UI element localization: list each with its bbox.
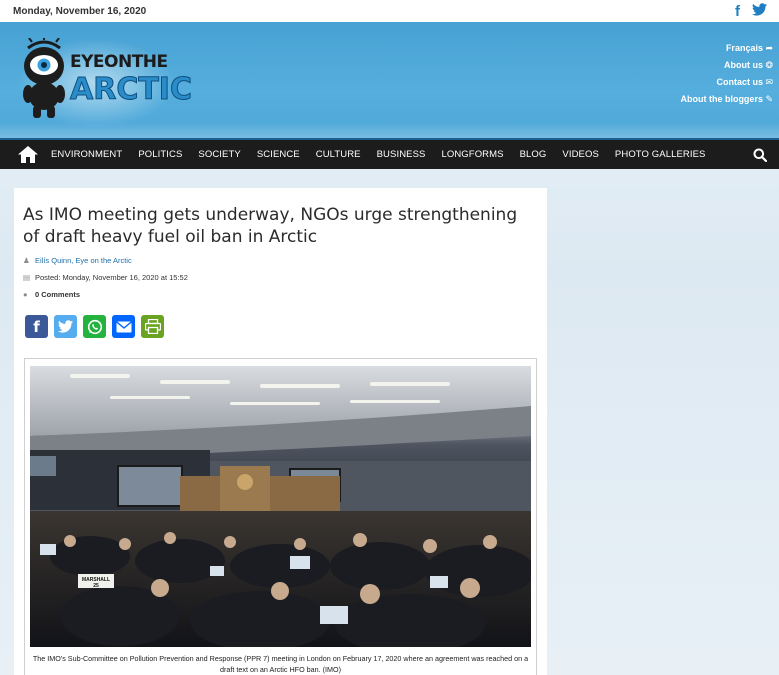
search-icon[interactable] <box>753 148 767 162</box>
whatsapp-icon <box>87 319 102 334</box>
share-whatsapp-button[interactable] <box>83 315 106 338</box>
nav-politics[interactable]: POLITICS <box>138 149 182 160</box>
comments-line: ● 0 Comments <box>23 286 538 303</box>
user-icon: ♟ <box>23 256 30 265</box>
nav-environment[interactable]: ENVIRONMENT <box>51 149 122 160</box>
share-print-button[interactable] <box>141 315 164 338</box>
share-facebook-button[interactable]: f <box>25 315 48 338</box>
nav-photo-galleries[interactable]: PHOTO GALLERIES <box>615 149 706 160</box>
main-nav: ENVIRONMENT POLITICS SOCIETY SCIENCE CUL… <box>0 138 779 169</box>
article-figure: MARSHALL 25 The IMO's Sub-Committee on P… <box>24 358 537 675</box>
twitter-icon <box>58 320 73 333</box>
author-line: ♟ Eilís Quinn, Eye on the Arctic <box>23 252 538 269</box>
article-photo: MARSHALL 25 <box>30 366 531 647</box>
current-date: Monday, November 16, 2020 <box>13 5 147 17</box>
logo-wordmark-top: EYEONTHE <box>70 52 168 72</box>
nav-longforms[interactable]: LONGFORMS <box>441 149 503 160</box>
share-email-button[interactable] <box>112 315 135 338</box>
link-contact-us[interactable]: Contact us ✉ <box>680 74 773 91</box>
conference-room-image: MARSHALL 25 <box>30 366 531 647</box>
link-about-us[interactable]: About us ❂ <box>680 57 773 74</box>
author-link[interactable]: Eilís Quinn, Eye on the Arctic <box>35 256 132 265</box>
facebook-icon: f <box>33 317 40 336</box>
comment-icon: ● <box>23 290 28 299</box>
article-meta: ♟ Eilís Quinn, Eye on the Arctic ▤ Posted:… <box>23 252 538 303</box>
logo-wordmark-bottom: ARCTIC <box>70 72 193 108</box>
calendar-icon: ▤ <box>23 273 31 282</box>
nav-business[interactable]: BUSINESS <box>377 149 426 160</box>
share-twitter-button[interactable] <box>54 315 77 338</box>
nav-society[interactable]: SOCIETY <box>198 149 240 160</box>
link-about-bloggers[interactable]: About the bloggers ✎ <box>680 91 773 108</box>
link-francais[interactable]: Français ➦ <box>680 40 773 57</box>
nav-science[interactable]: SCIENCE <box>257 149 300 160</box>
facebook-icon[interactable]: f <box>735 4 740 19</box>
top-strip: Monday, November 16, 2020 f <box>0 0 779 22</box>
email-icon <box>115 320 132 332</box>
home-icon[interactable] <box>18 146 38 163</box>
social-links: f <box>735 3 767 19</box>
site-logo[interactable]: EYEONTHE ARCTIC <box>16 38 192 128</box>
article-title: As IMO meeting gets underway, NGOs urge … <box>23 205 518 247</box>
nav-blog[interactable]: BLOG <box>520 149 547 160</box>
header-links: Français ➦ About us ❂ Contact us ✉ About… <box>680 40 773 108</box>
twitter-icon[interactable] <box>752 3 767 19</box>
article-card: As IMO meeting gets underway, NGOs urge … <box>14 188 547 675</box>
site-header: EYEONTHE ARCTIC Français ➦ About us ❂ Co… <box>0 22 779 138</box>
posted-date: Posted: Monday, November 16, 2020 at 15:… <box>35 273 188 282</box>
comments-count[interactable]: 0 Comments <box>35 290 80 299</box>
photo-caption: The IMO's Sub-Committee on Pollution Pre… <box>32 654 529 674</box>
print-icon <box>144 319 161 334</box>
nav-culture[interactable]: CULTURE <box>316 149 361 160</box>
nav-videos[interactable]: VIDEOS <box>562 149 599 160</box>
share-buttons: f <box>25 315 538 338</box>
posted-line: ▤ Posted: Monday, November 16, 2020 at 15… <box>23 269 538 286</box>
svg-text:25: 25 <box>93 583 99 589</box>
mascot-icon <box>23 38 65 118</box>
